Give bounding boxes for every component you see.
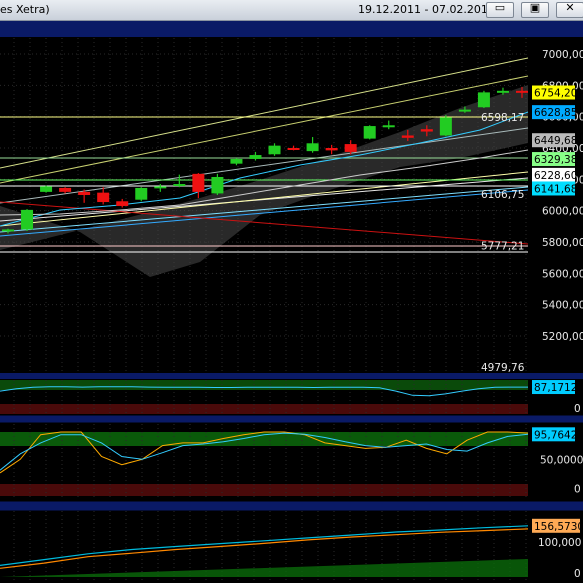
price-level-tag-label: 6228,60 xyxy=(534,170,577,182)
price-y-tick-label: 5400,00 xyxy=(542,300,583,312)
candle-up xyxy=(477,92,490,108)
candle-up xyxy=(230,158,243,164)
osc1-overbought-band xyxy=(0,380,528,390)
price-level-tag-label: 6628,85 xyxy=(534,107,577,119)
price-level-tag-label: 6754,20 xyxy=(534,88,577,100)
candle-up xyxy=(211,176,224,194)
price-inline-label: 6106,75 xyxy=(481,189,524,201)
candle-down xyxy=(59,187,72,192)
candle-up xyxy=(135,187,148,200)
osc1-y-tick-label: 0 xyxy=(574,403,581,415)
volume-y-tick-label: 100,000 xyxy=(538,537,581,549)
osc2-y-tick-label: 50,0000 xyxy=(540,454,583,466)
price-y-tick-label: 5600,00 xyxy=(542,268,583,280)
candle-down xyxy=(116,201,129,206)
price-inline-label: 6598,17 xyxy=(481,112,524,124)
candle-up xyxy=(458,109,471,112)
price-chart[interactable]: 7000,006800,006600,006400,006200,006000,… xyxy=(0,0,583,583)
osc2-overbought-band xyxy=(0,432,528,446)
osc1-value-tag-label: 87,1712 xyxy=(534,382,577,394)
candle-down xyxy=(325,148,338,151)
price-inline-label: 5777,21 xyxy=(481,241,524,253)
price-level-tag-label: 6449,68 xyxy=(534,135,577,147)
candle-down xyxy=(344,144,357,152)
candle-up xyxy=(439,117,452,136)
candle-down xyxy=(78,191,91,195)
candle-up xyxy=(2,229,14,232)
price-y-tick-label: 6000,00 xyxy=(542,206,583,218)
price-inline-label: 4979,76 xyxy=(481,362,525,374)
price-y-tick-label: 5200,00 xyxy=(542,331,583,343)
price-y-tick-label: 7000,00 xyxy=(542,49,583,61)
candle-down xyxy=(420,129,433,132)
candle-up xyxy=(382,125,395,128)
candle-down xyxy=(97,192,110,203)
candle-up xyxy=(496,90,509,93)
volume-y-tick-label: 0 xyxy=(574,568,581,580)
candle-up xyxy=(21,209,34,230)
osc2-value-tag-label: 95,7642 xyxy=(534,429,577,441)
price-panel-bg xyxy=(0,38,583,372)
candle-down xyxy=(516,90,528,93)
osc1-oversold-band xyxy=(0,404,528,414)
candle-up xyxy=(173,184,186,187)
candle-up xyxy=(249,155,262,159)
candle-up xyxy=(154,186,167,189)
candle-up xyxy=(363,126,376,139)
price-level-tag-label: 6141,68 xyxy=(534,183,577,195)
candle-down xyxy=(401,135,414,138)
candle-up xyxy=(40,186,53,192)
volume-value-tag-label: 156,5730 xyxy=(534,521,583,533)
price-level-tag-label: 6329,38 xyxy=(534,154,577,166)
candle-up xyxy=(268,145,281,155)
volume-area xyxy=(0,559,528,577)
candle-up xyxy=(306,143,319,152)
candle-down xyxy=(192,173,205,192)
candle-down xyxy=(287,148,300,150)
osc2-y-tick-label: 0 xyxy=(574,484,581,496)
osc2-oversold-band xyxy=(0,484,528,496)
price-y-tick-label: 5800,00 xyxy=(542,237,583,249)
